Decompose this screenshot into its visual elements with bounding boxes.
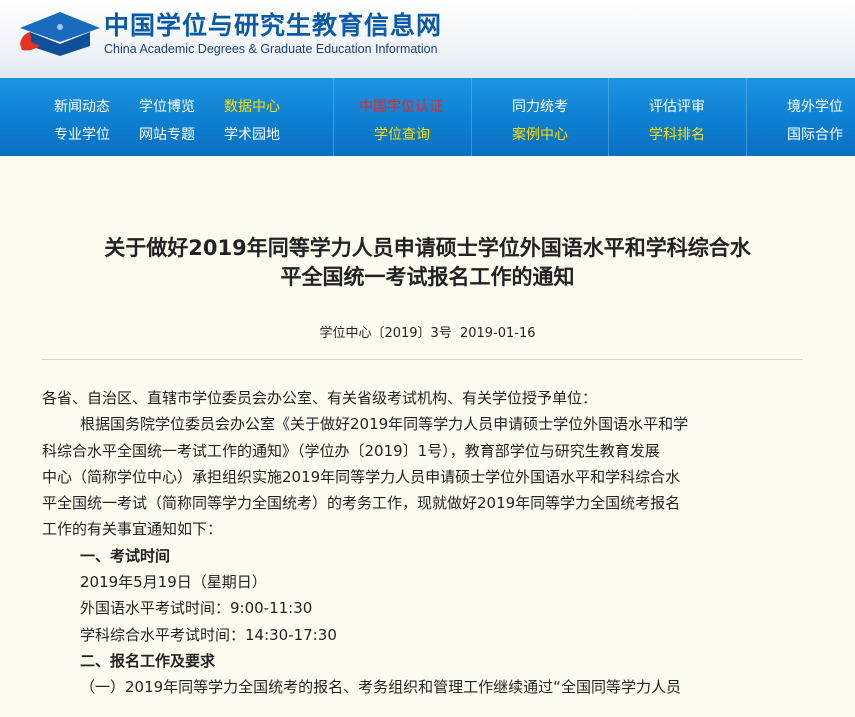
paragraph-line: 科综合水平全国统一考试工作的通知》（学位办〔2019〕1号），教育部学位与研究生… (42, 441, 660, 460)
salutation: 各省、自治区、直辖市学位委员会办公室、有关省级考试机构、有关学位授予单位： (42, 389, 598, 407)
article-title-line: 关于做好2019年同等学力人员申请硕士学位外国语水平和学科综合水 (104, 236, 751, 260)
site-title[interactable]: 中国学位与研究生教育信息网 (104, 6, 442, 42)
nav-divider (608, 78, 609, 156)
nav-divider (746, 78, 747, 156)
paragraph-line: 根据国务院学位委员会办公室《关于做好2019年同等学力人员申请硕士学位外国语水平… (80, 415, 689, 434)
paragraph-line: 工作的有关事宜通知如下： (42, 520, 223, 539)
nav-degree-query[interactable]: 学位查询 (374, 124, 430, 144)
nav-data-center[interactable]: 数据中心 (224, 96, 280, 116)
document-number: 学位中心〔2019〕3号 (319, 326, 452, 341)
section-heading: 一、考试时间 (80, 546, 171, 565)
paragraph-line: （一）2019年同等学力全国统考的报名、考务组织和管理工作继续通过“全国同等学力… (80, 678, 681, 697)
graduation-cap-logo-icon[interactable] (16, 6, 100, 58)
language-exam-time: 外国语水平考试时间：9:00-11:30 (80, 599, 313, 618)
nav-international-cooperation[interactable]: 国际合作 (787, 124, 843, 144)
nav-professional-degree[interactable]: 专业学位 (54, 124, 110, 144)
article-title: 关于做好2019年同等学力人员申请硕士学位外国语水平和学科综合水 平全国统一考试… (30, 234, 825, 292)
nav-evaluation[interactable]: 评估评审 (649, 96, 705, 116)
paragraph-line: 中心（简称学位中心）承担组织实施2019年同等学力人员申请硕士学位外国语水平和学… (42, 467, 681, 486)
nav-news[interactable]: 新闻动态 (54, 96, 110, 116)
section-heading: 二、报名工作及要求 (80, 651, 216, 670)
subject-exam-time: 学科综合水平考试时间：14:30-17:30 (80, 625, 337, 644)
nav-case-center[interactable]: 案例中心 (512, 124, 568, 144)
paragraph-line: 平全国统一考试（简称同等学力全国统考）的考务工作，现就做好2019年同等学力全国… (42, 494, 681, 513)
nav-academic-garden[interactable]: 学术园地 (224, 124, 280, 144)
site-header: 中国学位与研究生教育信息网 China Academic Degrees & G… (0, 0, 855, 78)
article-title-line: 平全国统一考试报名工作的通知 (280, 265, 575, 289)
site-subtitle: China Academic Degrees & Graduate Educat… (104, 42, 438, 56)
article-meta: 学位中心〔2019〕3号 2019-01-16 (0, 322, 855, 341)
title-divider (42, 359, 803, 360)
nav-degree-expo[interactable]: 学位博览 (139, 96, 195, 116)
exam-date: 2019年5月19日（星期日） (80, 573, 267, 592)
nav-equivalent-exam[interactable]: 同力统考 (512, 96, 568, 116)
nav-site-topics[interactable]: 网站专题 (139, 124, 195, 144)
nav-discipline-ranking[interactable]: 学科排名 (649, 124, 705, 144)
article-body: 各省、自治区、直辖市学位委员会办公室、有关省级考试机构、有关学位授予单位： 根据… (42, 385, 807, 701)
main-nav: 新闻动态 学位博览 数据中心 专业学位 网站专题 学术园地 中国学位认证 学位查… (0, 78, 855, 156)
nav-divider (471, 78, 472, 156)
nav-divider (333, 78, 334, 156)
nav-overseas-degree[interactable]: 境外学位 (787, 96, 843, 116)
publish-date: 2019-01-16 (459, 326, 536, 341)
nav-degree-certification[interactable]: 中国学位认证 (359, 96, 443, 116)
